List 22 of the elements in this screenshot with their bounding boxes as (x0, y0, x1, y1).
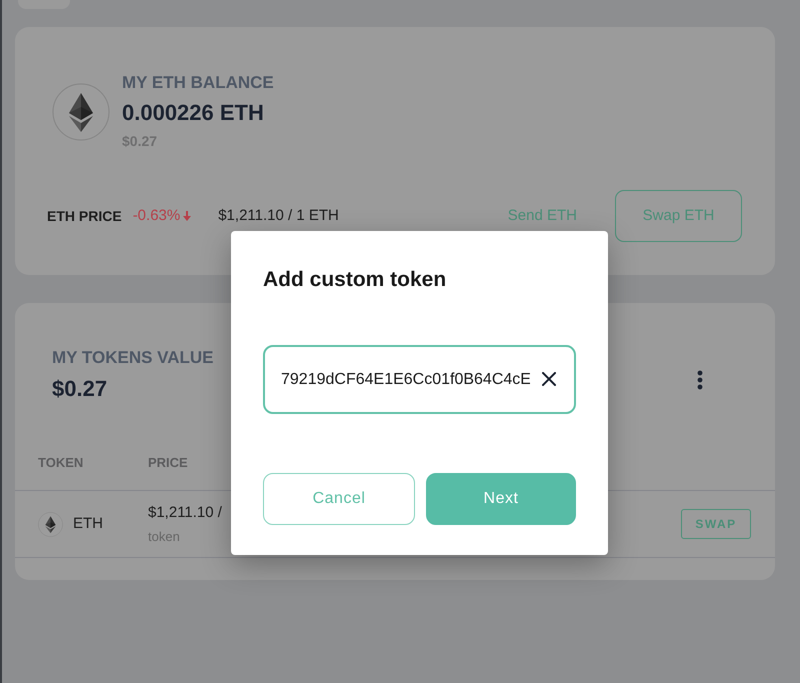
next-button[interactable]: Next (426, 473, 576, 525)
swap-button[interactable]: Swap ETH (615, 190, 742, 242)
tokens-total: $0.27 (52, 375, 108, 403)
price-change: -0.63% (132, 206, 180, 226)
price-label: ETH PRICE (47, 206, 122, 226)
eth-icon (38, 512, 63, 536)
eth-logo-icon (52, 83, 110, 141)
token-name: ETH (73, 514, 103, 534)
close-icon[interactable] (542, 372, 556, 386)
address-field[interactable]: 79219dCF64E1E6Cc01f0B64C4cE (263, 345, 576, 414)
send-link[interactable]: Send ETH (508, 200, 577, 232)
column-header: TOKEN (38, 454, 84, 472)
balance-title: MY ETH BALANCE (122, 73, 274, 93)
column-header: PRICE (148, 454, 188, 472)
swap-button[interactable]: SWAP (681, 509, 751, 539)
dialog-title: Add custom token (263, 267, 446, 292)
cancel-button[interactable]: Cancel (263, 473, 415, 525)
balance-amount: 0.000226 ETH (122, 99, 265, 127)
token-price: $1,211.10 / (148, 502, 222, 522)
tokens-title: MY TOKENS VALUE (52, 348, 214, 368)
more-options-icon[interactable] (697, 370, 703, 390)
eth-price: $1,211.10 / 1 ETH (218, 206, 339, 226)
